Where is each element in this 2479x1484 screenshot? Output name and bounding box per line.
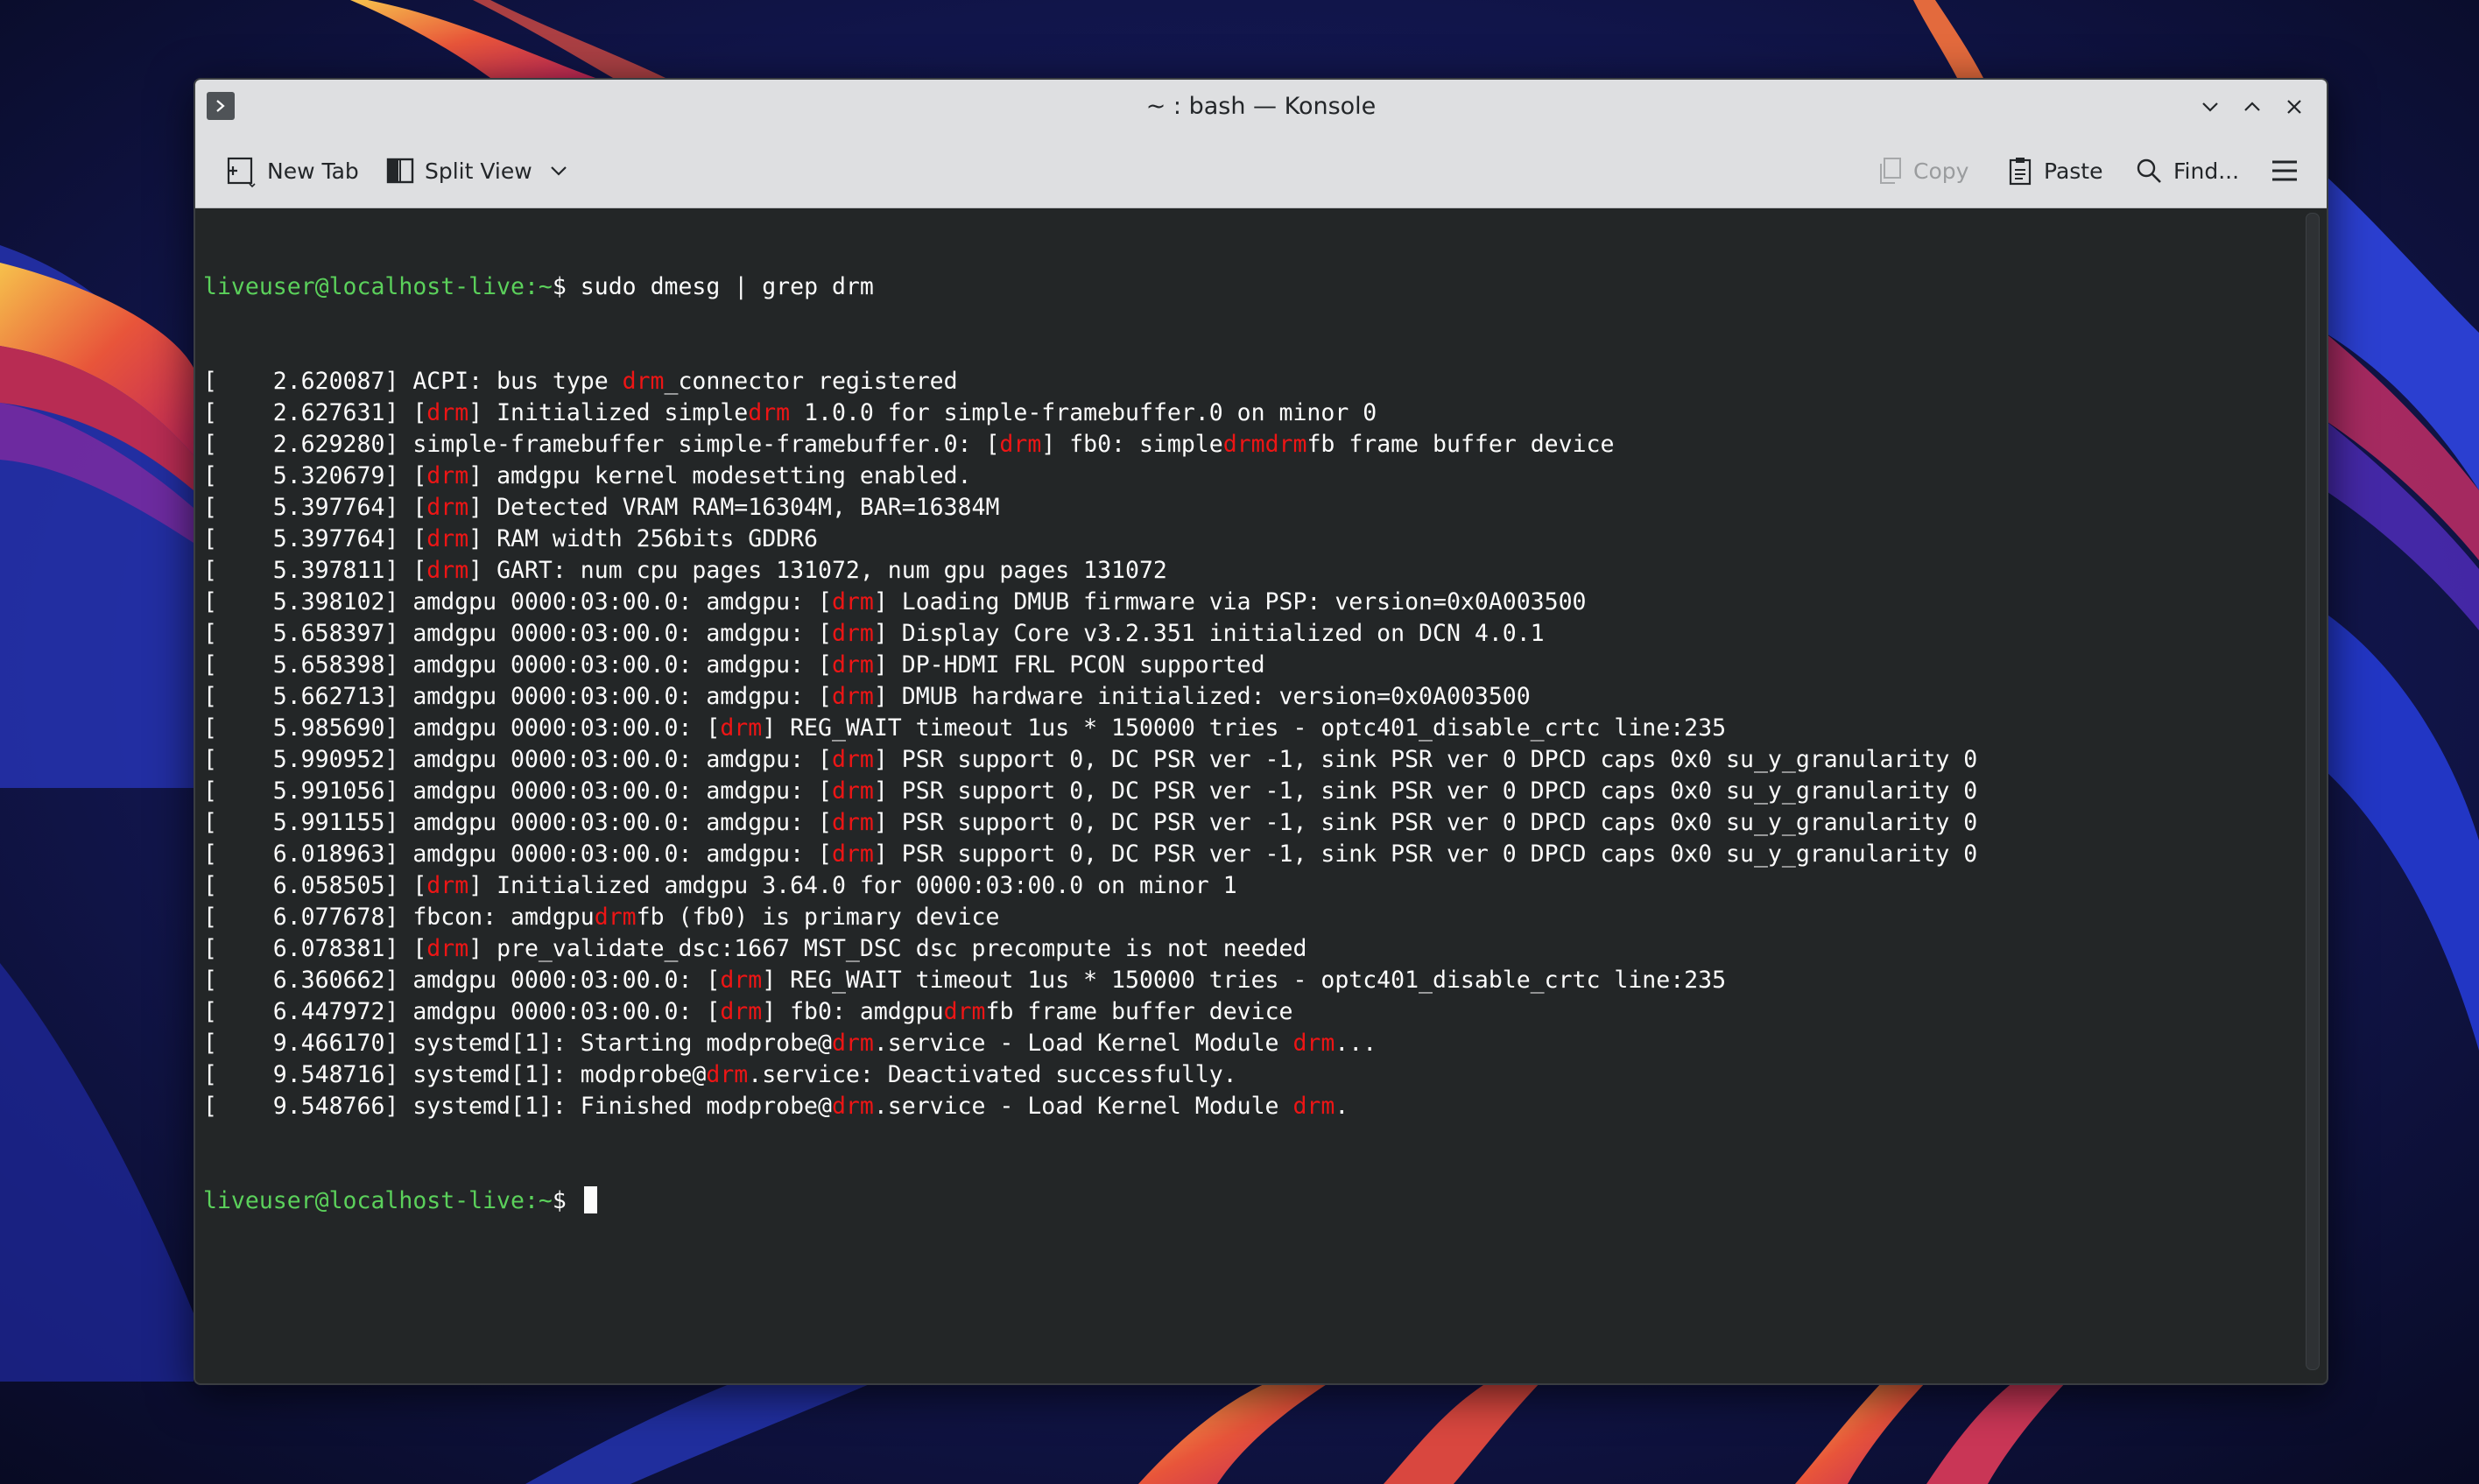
command-line: liveuser@localhost-live:~$ sudo dmesg | … bbox=[203, 271, 2300, 303]
copy-label: Copy bbox=[1913, 158, 1969, 184]
grep-match: drm bbox=[426, 399, 469, 426]
prompt-user-host: liveuser@localhost-live bbox=[203, 1187, 525, 1214]
new-tab-button[interactable]: New Tab bbox=[225, 147, 359, 194]
search-icon bbox=[2137, 158, 2161, 183]
text-cursor bbox=[583, 1186, 597, 1213]
output-line: [ 5.991155] amdgpu 0000:03:00.0: amdgpu:… bbox=[203, 809, 1978, 836]
output-line: [ 5.397764] [drm] RAM width 256bits GDDR… bbox=[203, 525, 819, 552]
output-line: [ 5.658398] amdgpu 0000:03:00.0: amdgpu:… bbox=[203, 651, 1265, 679]
terminal-area[interactable]: liveuser@localhost-live:~$ sudo dmesg | … bbox=[195, 208, 2300, 1382]
grep-match: drm bbox=[831, 777, 874, 805]
find-label: Find... bbox=[2173, 158, 2240, 184]
close-icon bbox=[2287, 100, 2301, 114]
window-title: ~ : bash — Konsole bbox=[1145, 93, 1377, 120]
minimize-button[interactable] bbox=[2195, 92, 2225, 122]
prompt-path: :~ bbox=[524, 1187, 553, 1214]
grep-match: drm bbox=[426, 525, 469, 552]
grep-match: drm bbox=[720, 967, 763, 994]
chevron-down-icon bbox=[2202, 102, 2218, 112]
grep-match: drm bbox=[831, 1030, 874, 1057]
prompt-symbol: $ bbox=[552, 1187, 567, 1214]
chevron-up-icon bbox=[2244, 102, 2260, 111]
command-text: sudo dmesg | grep drm bbox=[566, 273, 874, 300]
hamburger-menu-button[interactable] bbox=[2271, 147, 2299, 194]
paste-label: Paste bbox=[2044, 158, 2103, 184]
split-view-label: Split View bbox=[425, 158, 532, 184]
grep-match: drm bbox=[831, 809, 874, 836]
grep-match: drm bbox=[831, 620, 874, 647]
grep-match: drm bbox=[720, 714, 763, 742]
new-tab-label: New Tab bbox=[267, 158, 359, 184]
active-prompt-line[interactable]: liveuser@localhost-live:~$ bbox=[203, 1185, 2300, 1217]
find-button[interactable]: Find... bbox=[2135, 147, 2239, 194]
chevron-down-icon[interactable] bbox=[548, 160, 569, 181]
grep-match: drm bbox=[1292, 1093, 1335, 1120]
grep-match: drm bbox=[426, 557, 469, 584]
copy-button[interactable]: Copy bbox=[1877, 147, 1968, 194]
maximize-button[interactable] bbox=[2237, 92, 2267, 122]
toolbar: New Tab Split View Copy Paste Find... bbox=[195, 134, 2327, 208]
output-line: [ 5.990952] amdgpu 0000:03:00.0: amdgpu:… bbox=[203, 746, 1978, 773]
paste-button[interactable]: Paste bbox=[2007, 147, 2102, 194]
output-line: [ 9.466170] systemd[1]: Starting modprob… bbox=[203, 1030, 1377, 1057]
output-line: [ 6.058505] [drm] Initialized amdgpu 3.6… bbox=[203, 872, 1237, 899]
prompt-user-host: liveuser@localhost-live bbox=[203, 273, 525, 300]
grep-match: drm bbox=[720, 998, 763, 1025]
output-line: [ 5.320679] [drm] amdgpu kernel modesett… bbox=[203, 462, 972, 489]
terminal-output: liveuser@localhost-live:~$ sudo dmesg | … bbox=[195, 208, 2300, 1280]
output-line: [ 6.077678] fbcon: amdgpudrmfb (fb0) is … bbox=[203, 904, 1000, 931]
output-line: [ 6.018963] amdgpu 0000:03:00.0: amdgpu:… bbox=[203, 840, 1978, 868]
new-tab-icon bbox=[227, 157, 256, 188]
grep-match: drm bbox=[943, 998, 986, 1025]
output-line: [ 5.991056] amdgpu 0000:03:00.0: amdgpu:… bbox=[203, 777, 1978, 805]
grep-match: drm bbox=[831, 683, 874, 710]
output-line: [ 5.398102] amdgpu 0000:03:00.0: amdgpu:… bbox=[203, 588, 1587, 615]
grep-match: drm bbox=[831, 840, 874, 868]
grep-match: drm bbox=[831, 1093, 874, 1120]
grep-match: drm bbox=[426, 872, 469, 899]
output-line: [ 5.985690] amdgpu 0000:03:00.0: [drm] R… bbox=[203, 714, 1727, 742]
konsole-window: ~ : bash — Konsole New Tab Split View Co… bbox=[194, 78, 2328, 1385]
split-view-button[interactable]: Split View bbox=[386, 147, 569, 194]
grep-match: drm bbox=[426, 462, 469, 489]
grep-match: drm bbox=[831, 746, 874, 773]
output-line: [ 9.548766] systemd[1]: Finished modprob… bbox=[203, 1093, 1349, 1120]
output-line: [ 5.397811] [drm] GART: num cpu pages 13… bbox=[203, 557, 1167, 584]
prompt-symbol: $ bbox=[552, 273, 567, 300]
output-line: [ 2.620087] ACPI: bus type drm_connector… bbox=[203, 368, 958, 395]
prompt-path: :~ bbox=[524, 273, 553, 300]
output-line: [ 6.078381] [drm] pre_validate_dsc:1667 … bbox=[203, 935, 1307, 962]
grep-match: drm bbox=[1222, 431, 1265, 458]
close-button[interactable] bbox=[2279, 92, 2309, 122]
output-line: [ 5.658397] amdgpu 0000:03:00.0: amdgpu:… bbox=[203, 620, 1545, 647]
grep-match: drm bbox=[706, 1061, 749, 1088]
grep-match: drm bbox=[999, 431, 1042, 458]
output-line: [ 2.627631] [drm] Initialized simpledrm … bbox=[203, 399, 1377, 426]
grep-match: drm bbox=[831, 588, 874, 615]
grep-match: drm bbox=[1292, 1030, 1335, 1057]
output-line: [ 5.397764] [drm] Detected VRAM RAM=1630… bbox=[203, 494, 1000, 521]
hamburger-menu-icon bbox=[2272, 160, 2297, 181]
grep-match: drm bbox=[622, 368, 665, 395]
grep-match: drm bbox=[426, 494, 469, 521]
split-view-icon bbox=[386, 158, 414, 184]
title-bar[interactable]: ~ : bash — Konsole bbox=[195, 80, 2327, 135]
grep-match: drm bbox=[831, 651, 874, 679]
output-line: [ 9.548716] systemd[1]: modprobe@drm.ser… bbox=[203, 1061, 1237, 1088]
grep-match: drm bbox=[748, 399, 791, 426]
terminal-scrollbar[interactable] bbox=[2306, 213, 2320, 1370]
output-lines: [ 2.620087] ACPI: bus type drm_connector… bbox=[203, 366, 2300, 1122]
output-line: [ 5.662713] amdgpu 0000:03:00.0: amdgpu:… bbox=[203, 683, 1531, 710]
output-line: [ 6.360662] amdgpu 0000:03:00.0: [drm] R… bbox=[203, 967, 1727, 994]
copy-icon bbox=[1880, 158, 1901, 184]
output-line: [ 6.447972] amdgpu 0000:03:00.0: [drm] f… bbox=[203, 998, 1293, 1025]
output-line: [ 2.629280] simple-framebuffer simple-fr… bbox=[203, 431, 1615, 458]
grep-match: drm bbox=[1264, 431, 1307, 458]
paste-icon bbox=[2009, 158, 2032, 186]
grep-match: drm bbox=[426, 935, 469, 962]
grep-match: drm bbox=[594, 904, 637, 931]
